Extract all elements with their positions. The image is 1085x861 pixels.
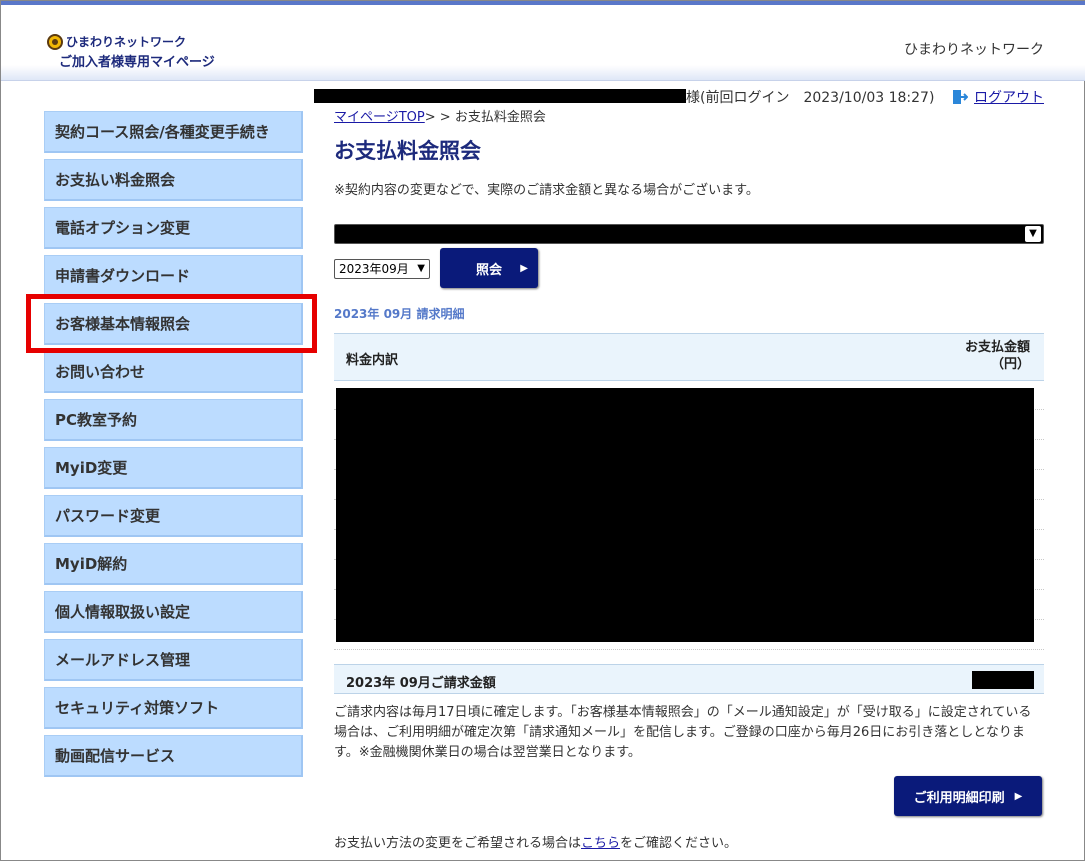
breadcrumb-mypage-top[interactable]: マイページTOP bbox=[334, 110, 425, 125]
sidebar-item-label: MyiD解約 bbox=[55, 555, 128, 573]
sidebar-item-customer-info[interactable]: お客様基本情報照会 bbox=[44, 303, 303, 345]
page-title: お支払料金照会 bbox=[334, 139, 481, 163]
sidebar-item-payment-inquiry[interactable]: お支払い料金照会 bbox=[44, 159, 303, 201]
footer-note-suffix: をご確認ください。 bbox=[620, 836, 738, 851]
payment-method-note: お支払い方法の変更をご希望される場合はこちらをご確認ください。 bbox=[334, 832, 737, 851]
column-header-amount: お支払金額 （円） bbox=[965, 339, 1030, 373]
header-bar: ひまわりネットワーク ご加入者様専用マイページ ひまわりネットワーク bbox=[1, 1, 1085, 81]
inquiry-button-label: 照会 bbox=[475, 262, 502, 278]
sidebar-item-label: 動画配信サービス bbox=[55, 747, 176, 765]
sidebar-item-contract-course[interactable]: 契約コース照会/各種変更手続き bbox=[44, 111, 303, 153]
sidebar-item-pc-class[interactable]: PC教室予約 bbox=[44, 399, 303, 441]
chevron-down-icon: ▼ bbox=[1025, 226, 1041, 242]
breadcrumb: マイページTOP> > お支払料金照会 bbox=[334, 106, 546, 125]
last-login-info: 様(前回ログイン 2023/10/03 18:27) bbox=[686, 90, 935, 106]
chevron-right-icon: ▶ bbox=[520, 262, 528, 274]
logo-brand-text: ひまわりネットワーク bbox=[66, 35, 187, 49]
sidebar-item-security-software[interactable]: セキュリティ対策ソフト bbox=[44, 687, 303, 729]
breadcrumb-current: お支払料金照会 bbox=[454, 110, 546, 125]
sidebar-item-password-change[interactable]: パスワード変更 bbox=[44, 495, 303, 537]
sidebar-item-label: メールアドレス管理 bbox=[55, 651, 191, 669]
payment-method-link[interactable]: こちら bbox=[581, 836, 620, 851]
sidebar-item-label: お支払い料金照会 bbox=[55, 171, 176, 189]
footer-note-prefix: お支払い方法の変更をご希望される場合は bbox=[334, 836, 582, 851]
sidebar-item-form-download[interactable]: 申請書ダウンロード bbox=[44, 255, 303, 297]
sidebar: 契約コース照会/各種変更手続き お支払い料金照会 電話オプション変更 申請書ダウ… bbox=[44, 111, 303, 783]
logout-label: ログアウト bbox=[974, 90, 1044, 106]
sidebar-item-label: パスワード変更 bbox=[55, 507, 161, 525]
brand-name: ひまわりネットワーク bbox=[904, 42, 1044, 58]
column-header-breakdown: 料金内訳 bbox=[346, 353, 399, 368]
column-header-amount-unit: （円） bbox=[990, 357, 1030, 372]
sidebar-item-label: MyiD変更 bbox=[55, 459, 128, 477]
sidebar-item-label: 申請書ダウンロード bbox=[55, 267, 191, 285]
sidebar-item-label: お問い合わせ bbox=[55, 363, 146, 381]
sidebar-item-label: お客様基本情報照会 bbox=[55, 315, 191, 333]
billing-total-row: 2023年 09月ご請求金額 bbox=[334, 664, 1044, 694]
table-row bbox=[334, 649, 1044, 650]
sidebar-item-contact[interactable]: お問い合わせ bbox=[44, 351, 303, 393]
total-label: 2023年 09月ご請求金額 bbox=[346, 676, 496, 691]
sidebar-item-label: 電話オプション変更 bbox=[55, 219, 191, 237]
billing-table-body bbox=[334, 381, 1044, 661]
sidebar-item-myid-cancel[interactable]: MyiD解約 bbox=[44, 543, 303, 585]
sidebar-item-email-management[interactable]: メールアドレス管理 bbox=[44, 639, 303, 681]
sidebar-item-myid-change[interactable]: MyiD変更 bbox=[44, 447, 303, 489]
logout-link[interactable]: ログアウト bbox=[952, 87, 1044, 107]
redacted-billing-details bbox=[336, 388, 1034, 642]
sunflower-logo-icon bbox=[47, 33, 63, 50]
breadcrumb-separator: > > bbox=[424, 110, 455, 125]
sidebar-item-label: 個人情報取扱い設定 bbox=[55, 603, 191, 621]
chevron-right-icon: ▶ bbox=[1014, 790, 1023, 802]
sidebar-item-phone-option[interactable]: 電話オプション変更 bbox=[44, 207, 303, 249]
inquiry-button[interactable]: 照会 ▶ bbox=[440, 248, 538, 288]
sidebar-item-label: 契約コース照会/各種変更手続き bbox=[55, 123, 270, 141]
billing-table-header: 料金内訳 お支払金額 （円） bbox=[334, 333, 1044, 381]
logout-icon bbox=[953, 90, 968, 104]
logo-title: ひまわりネットワーク bbox=[47, 33, 215, 50]
contract-select[interactable]: ▼ bbox=[334, 224, 1044, 244]
billing-description: ご請求内容は毎月17日頃に確定します。「お客様基本情報照会」の「メール通知設定」… bbox=[334, 705, 1032, 760]
logo-subtitle: ご加入者様専用マイページ bbox=[59, 55, 215, 70]
redacted-username bbox=[314, 89, 686, 103]
month-select-value: 2023年09月 bbox=[339, 262, 409, 276]
chevron-down-icon: ▼ bbox=[417, 263, 425, 274]
print-button-label: ご利用明細印刷 bbox=[913, 790, 1005, 806]
month-select[interactable]: 2023年09月 ▼ bbox=[334, 259, 430, 279]
billing-notice: ※契約内容の変更などで、実際のご請求金額と異なる場合がございます。 bbox=[334, 183, 759, 198]
sidebar-item-video-service[interactable]: 動画配信サービス bbox=[44, 735, 303, 777]
logo[interactable]: ひまわりネットワーク ご加入者様専用マイページ bbox=[47, 33, 215, 70]
column-header-amount-label: お支払金額 bbox=[964, 340, 1030, 355]
sidebar-item-label: セキュリティ対策ソフト bbox=[55, 699, 220, 717]
sidebar-item-label: PC教室予約 bbox=[55, 411, 138, 429]
sidebar-item-privacy-settings[interactable]: 個人情報取扱い設定 bbox=[44, 591, 303, 633]
redacted-total-amount bbox=[972, 671, 1034, 689]
print-statement-button[interactable]: ご利用明細印刷 ▶ bbox=[894, 776, 1042, 816]
statement-heading: 2023年 09月 請求明細 bbox=[334, 307, 465, 321]
